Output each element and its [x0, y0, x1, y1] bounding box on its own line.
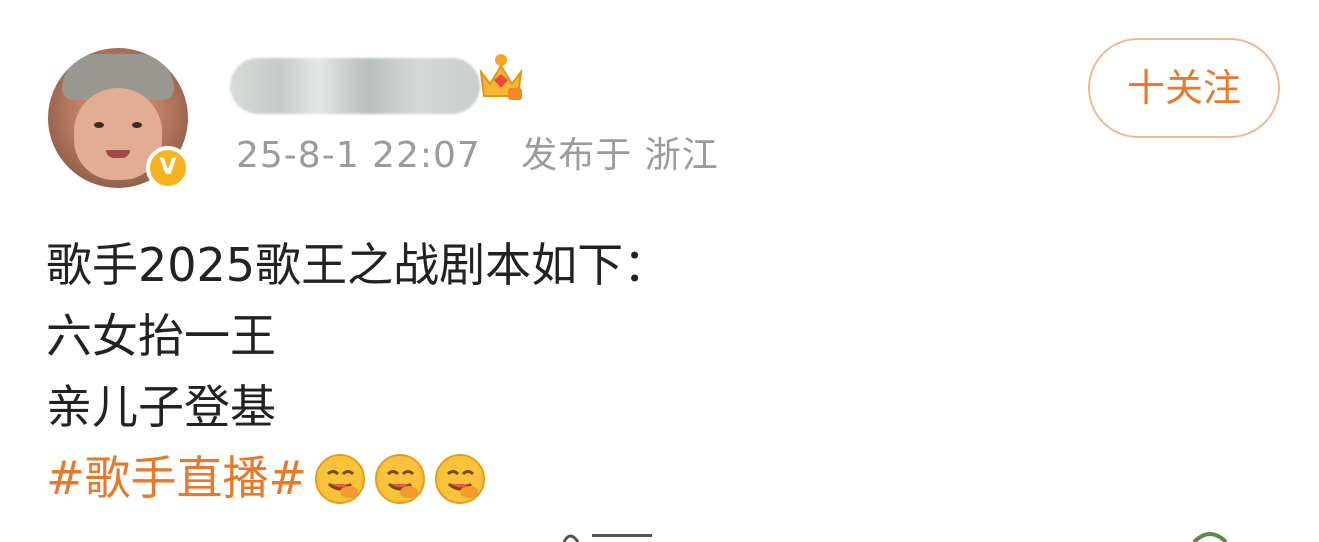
crown-badge-icon: [479, 54, 523, 100]
post-meta: 25-8-1 22:07 发布于 浙江: [236, 126, 719, 178]
verified-badge-icon: V: [146, 146, 190, 190]
toolbar-icon-partial: [562, 534, 652, 542]
post-timestamp: 25-8-1 22:07: [236, 135, 481, 176]
yummy-face-icon: [373, 452, 427, 506]
yummy-face-icon: [433, 452, 487, 506]
content-line: 歌手2025歌王之战剧本如下：: [46, 238, 670, 292]
content-line: 六女抬一王: [46, 309, 276, 363]
hashtag-link[interactable]: #歌手直播#: [46, 443, 307, 514]
post-content: 歌手2025歌王之战剧本如下： 六女抬一王 亲儿子登基 #歌手直播#: [46, 230, 669, 514]
content-line: 亲儿子登基: [46, 380, 276, 434]
weibo-post: V 25-8-1 22:07 发布于 浙江 十关注 歌手2025歌王之战剧本如下…: [0, 0, 1319, 542]
follow-button[interactable]: 十关注: [1088, 38, 1280, 138]
username-blurred[interactable]: [230, 58, 480, 114]
hashtag-line: #歌手直播#: [46, 443, 669, 514]
toolbar-icon-partial: [1192, 532, 1228, 542]
yummy-face-icon: [313, 452, 367, 506]
post-location: 发布于 浙江: [521, 135, 719, 176]
